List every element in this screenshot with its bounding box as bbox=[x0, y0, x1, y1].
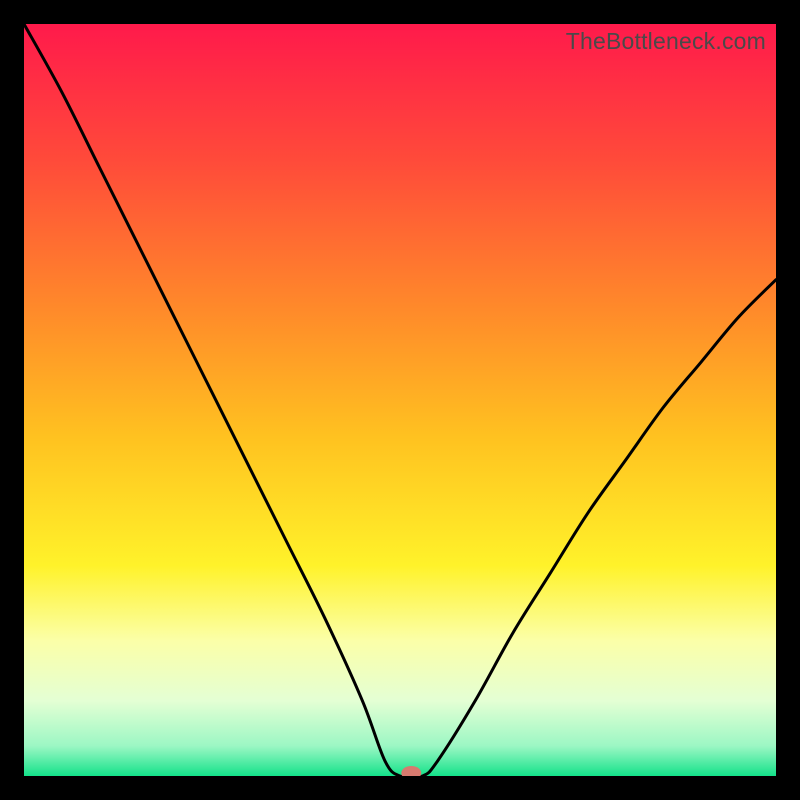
chart-frame: TheBottleneck.com bbox=[0, 0, 800, 800]
watermark-text: TheBottleneck.com bbox=[566, 28, 766, 55]
chart-svg bbox=[24, 24, 776, 776]
gradient-background bbox=[24, 24, 776, 776]
plot-area: TheBottleneck.com bbox=[24, 24, 776, 776]
